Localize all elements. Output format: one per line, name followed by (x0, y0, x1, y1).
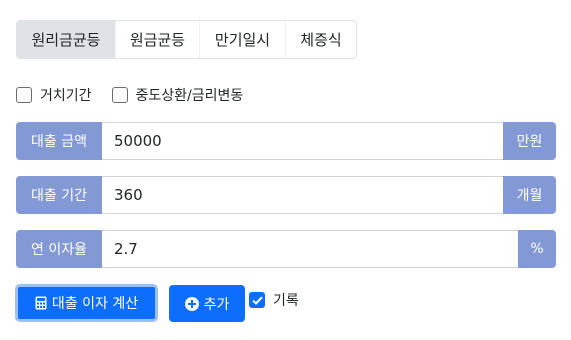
interest-rate-input[interactable] (102, 230, 518, 268)
grace-period-option[interactable]: 거치기간 (16, 85, 92, 105)
interest-rate-unit: % (518, 230, 556, 268)
calculate-interest-label: 대출 이자 계산 (51, 296, 139, 312)
interest-rate-group: 연 이자율 % (16, 230, 556, 268)
calculate-interest-button[interactable]: 대출 이자 계산 (15, 284, 158, 322)
loan-period-group: 대출 기간 개월 (16, 176, 556, 214)
tab-equal-principal[interactable]: 원금균등 (116, 21, 200, 58)
loan-period-input[interactable] (102, 176, 503, 214)
tab-equal-principal-interest[interactable]: 원리금균등 (17, 21, 116, 58)
add-label: 추가 (203, 296, 230, 313)
grace-period-label: 거치기간 (40, 88, 92, 104)
repayment-method-tabs: 원리금균등 원금균등 만기일시 체증식 (16, 20, 357, 59)
loan-amount-input[interactable] (102, 122, 503, 160)
plus-circle-icon (184, 296, 199, 311)
interest-rate-label: 연 이자율 (16, 230, 102, 268)
grace-period-checkbox[interactable] (16, 87, 32, 103)
record-checkbox[interactable] (249, 292, 265, 308)
prepayment-rate-change-checkbox[interactable] (111, 87, 128, 103)
option-checkboxes: 거치기간 중도상환/금리변동 (16, 84, 263, 106)
loan-amount-group: 대출 금액 만원 (16, 122, 556, 160)
tab-bullet[interactable]: 만기일시 (200, 21, 286, 58)
check-icon (251, 296, 263, 305)
loan-amount-unit: 만원 (503, 122, 556, 160)
prepayment-rate-change-option[interactable]: 중도상환/금리변동 (111, 85, 244, 105)
record-option[interactable]: 기록 (249, 290, 299, 310)
loan-period-unit: 개월 (503, 176, 556, 214)
loan-period-label: 대출 기간 (16, 176, 102, 214)
add-button[interactable]: 추가 (169, 285, 245, 322)
tab-graduated[interactable]: 체증식 (286, 21, 356, 58)
calculator-icon (35, 296, 47, 310)
loan-amount-label: 대출 금액 (16, 122, 102, 160)
prepayment-rate-change-label: 중도상환/금리변동 (135, 88, 244, 104)
record-label: 기록 (273, 293, 299, 309)
